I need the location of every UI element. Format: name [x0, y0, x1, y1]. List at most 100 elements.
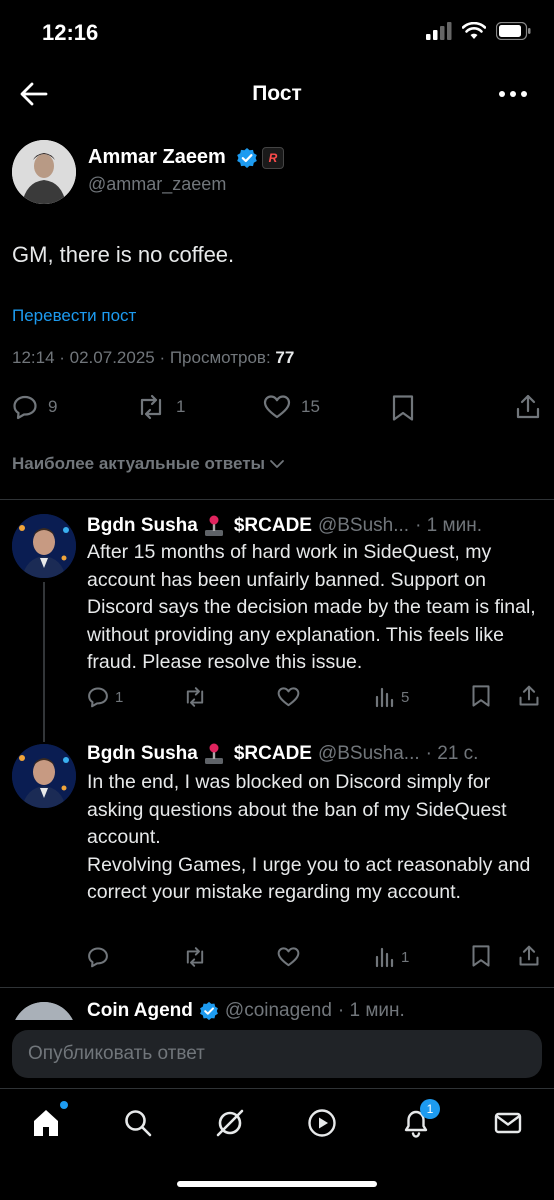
reply-text-paragraph: Revolving Games, I urge you to act reaso…	[87, 853, 531, 904]
search-icon	[125, 1110, 152, 1137]
bookmark-button[interactable]	[391, 394, 415, 422]
replies-sort-dropdown[interactable]: Наиболее актуальные ответы	[12, 454, 285, 474]
post-meta: 12:14 · 02.07.2025 · Просмотров: 77	[12, 348, 294, 368]
joystick-emoji-icon	[204, 515, 223, 536]
reply-text: After 15 months of hard work in SideQues…	[87, 541, 536, 673]
share-button[interactable]	[515, 394, 541, 420]
post-text: GM, there is no coffee.	[12, 242, 235, 267]
repost-icon	[140, 394, 162, 420]
reply-item[interactable]: Bgdn Susha $RCADE @BSusha... · 21 с. In …	[0, 730, 554, 988]
notifications-badge: 1	[420, 1099, 440, 1119]
reply-item[interactable]: Bgdn Susha $RCADE @BSush... · 1 мин. Aft…	[0, 500, 554, 742]
reply-avatar-image	[12, 514, 76, 578]
tab-messages[interactable]	[490, 1105, 526, 1141]
reply-avatar-image	[12, 744, 76, 808]
analytics-bars-icon	[375, 947, 394, 968]
cellular-signal-icon	[426, 22, 452, 40]
share-icon	[516, 394, 540, 419]
reply-text: In the end, I was blocked on Discord sim…	[87, 769, 542, 907]
more-horizontal-icon	[499, 91, 527, 97]
reply-bookmark-button[interactable]	[471, 944, 491, 968]
reply-icon	[88, 687, 108, 708]
reply-author-ticker: $RCADE	[233, 515, 312, 536]
tab-grok[interactable]	[212, 1105, 248, 1141]
reply-views-button[interactable]: 5	[375, 686, 409, 708]
reply-like-button[interactable]	[277, 686, 300, 708]
reply-reply-button[interactable]	[87, 946, 109, 968]
tab-search[interactable]	[120, 1105, 156, 1141]
repost-count: 1	[176, 397, 186, 416]
like-button[interactable]: 15	[263, 394, 320, 420]
reply-timestamp: · 1 мин.	[337, 1000, 405, 1020]
home-icon	[34, 1110, 58, 1136]
grok-icon	[216, 1109, 244, 1137]
reply-author-name[interactable]: Bgdn Susha	[87, 743, 198, 765]
reply-count: 9	[48, 397, 58, 416]
tab-home[interactable]	[28, 1101, 68, 1141]
reply-repost-button[interactable]	[183, 946, 207, 968]
mail-icon	[494, 1112, 522, 1134]
reply-views-button[interactable]: 1	[375, 946, 409, 968]
reply-author-ticker: $RCADE	[233, 743, 312, 764]
share-icon	[519, 945, 539, 966]
reply-avatar[interactable]	[12, 744, 76, 808]
reply-author-handle[interactable]: @BSush...	[318, 515, 409, 537]
reply-share-button[interactable]	[518, 684, 540, 708]
like-count: 15	[301, 397, 320, 416]
reply-icon	[13, 395, 37, 420]
reply-avatar[interactable]	[12, 1002, 76, 1020]
joystick-emoji-icon	[204, 743, 223, 764]
verified-badge-icon	[237, 148, 257, 168]
reply-views-count: 5	[401, 688, 410, 706]
share-icon	[519, 685, 539, 706]
bookmark-icon	[472, 945, 490, 967]
reply-author-name[interactable]: Bgdn Susha	[87, 515, 198, 537]
author-handle[interactable]: @ammar_zaeem	[88, 174, 226, 195]
reply-bookmark-button[interactable]	[471, 684, 491, 708]
reply-actions-bar: 1 5	[87, 684, 542, 712]
verified-badge-icon	[199, 1001, 218, 1020]
reply-author-handle[interactable]: @BSusha...	[318, 743, 420, 765]
repost-icon	[186, 687, 204, 707]
reply-item[interactable]: Coin Agend @coinagend · 1 мин.	[0, 988, 554, 1020]
reply-avatar[interactable]	[12, 514, 76, 578]
reply-header: Bgdn Susha $RCADE @BSusha... · 21 с.	[87, 742, 478, 766]
reply-repost-button[interactable]	[183, 686, 207, 708]
reply-reply-button[interactable]: 1	[87, 686, 123, 708]
heart-icon	[263, 395, 291, 419]
bookmark-icon	[472, 685, 490, 707]
reply-like-button[interactable]	[277, 946, 300, 968]
more-options-button[interactable]	[498, 82, 528, 106]
repost-button[interactable]: 1	[136, 394, 185, 420]
tab-notifications[interactable]: 1	[398, 1099, 440, 1141]
reply-composer	[0, 1020, 554, 1088]
reply-share-button[interactable]	[518, 944, 540, 968]
reply-reply-count: 1	[115, 688, 124, 706]
battery-icon	[496, 22, 531, 40]
affiliate-badge: R	[262, 147, 284, 169]
heart-icon	[277, 947, 300, 967]
reply-timestamp: · 1 мин.	[415, 515, 482, 536]
author-avatar-image	[12, 140, 76, 204]
reply-text-paragraph: In the end, I was blocked on Discord sim…	[87, 771, 507, 848]
translate-post-link[interactable]: Перевести пост	[12, 306, 136, 326]
reply-icon	[88, 947, 108, 968]
reply-author-name[interactable]: Coin Agend	[87, 1000, 193, 1020]
reply-author-handle[interactable]: @coinagend	[225, 1000, 332, 1020]
reply-input[interactable]	[12, 1030, 542, 1078]
reply-button[interactable]: 9	[12, 394, 57, 420]
main-post: Ammar Zaeem R @ammar_zaeem GM, there is …	[0, 124, 554, 500]
bottom-tab-bar: 1	[0, 1088, 554, 1200]
tab-video[interactable]	[304, 1105, 340, 1141]
author-avatar[interactable]	[12, 140, 76, 204]
post-actions-bar: 9 1 15	[0, 390, 554, 426]
post-views-count[interactable]: 77	[275, 348, 294, 367]
top-header: Пост	[0, 64, 554, 124]
reply-views-count: 1	[401, 948, 410, 966]
author-name[interactable]: Ammar Zaeem	[88, 146, 226, 169]
home-indicator	[177, 1181, 377, 1187]
reply-header: Coin Agend @coinagend · 1 мин.	[87, 1000, 405, 1020]
repost-icon	[186, 947, 204, 967]
replies-sort-label: Наиболее актуальные ответы	[12, 454, 266, 473]
home-unread-dot	[60, 1101, 68, 1109]
